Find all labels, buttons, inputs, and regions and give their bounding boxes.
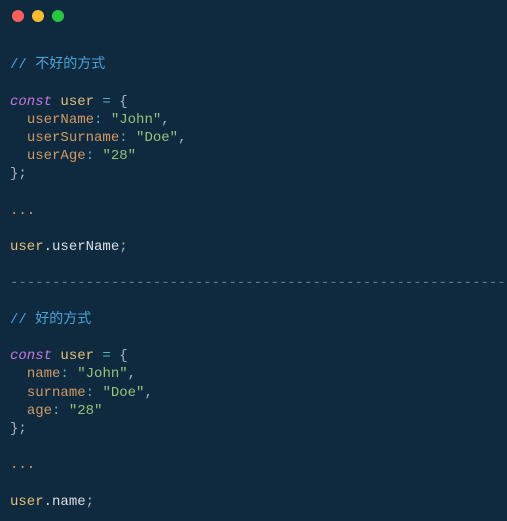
comma: , [178,130,186,146]
identifier-user: user [10,494,44,510]
operator-assign: = [94,348,119,364]
access-name: name [52,494,86,510]
operator-assign: = [94,94,119,110]
string-john: "John" [77,366,127,382]
brace-close: }; [10,421,27,437]
maximize-icon[interactable] [52,10,64,22]
comma: , [161,112,169,128]
prop-surname: surname [27,385,86,401]
brace-open: { [119,348,127,364]
colon: : [86,148,94,164]
prop-age: age [27,403,52,419]
colon: : [52,403,60,419]
comma: , [128,366,136,382]
string-doe: "Doe" [102,385,144,401]
semicolon: ; [119,239,127,255]
string-john: "John" [111,112,161,128]
ellipsis: ... [10,457,35,473]
keyword-const: const [10,94,52,110]
prop-userName: userName [27,112,94,128]
colon: : [60,366,68,382]
prop-name: name [27,366,61,382]
prop-userAge: userAge [27,148,86,164]
identifier-user: user [60,348,94,364]
string-28: "28" [102,148,136,164]
dot: . [44,239,52,255]
string-doe: "Doe" [136,130,178,146]
identifier-user: user [60,94,94,110]
colon: : [94,112,102,128]
semicolon: ; [86,494,94,510]
string-28: "28" [69,403,103,419]
brace-open: { [119,94,127,110]
comment-bad: // 不好的方式 [10,57,105,73]
access-userName: userName [52,239,119,255]
comment-good: // 好的方式 [10,312,91,328]
code-block: // 不好的方式 const user = { userName: "John"… [0,30,507,521]
dot: . [44,494,52,510]
window-titlebar [0,0,507,30]
divider-line: ----------------------------------------… [10,275,507,291]
comma: , [144,385,152,401]
prop-userSurname: userSurname [27,130,119,146]
identifier-user: user [10,239,44,255]
ellipsis: ... [10,203,35,219]
brace-close: }; [10,166,27,182]
keyword-const: const [10,348,52,364]
colon: : [119,130,127,146]
close-icon[interactable] [12,10,24,22]
minimize-icon[interactable] [32,10,44,22]
colon: : [86,385,94,401]
